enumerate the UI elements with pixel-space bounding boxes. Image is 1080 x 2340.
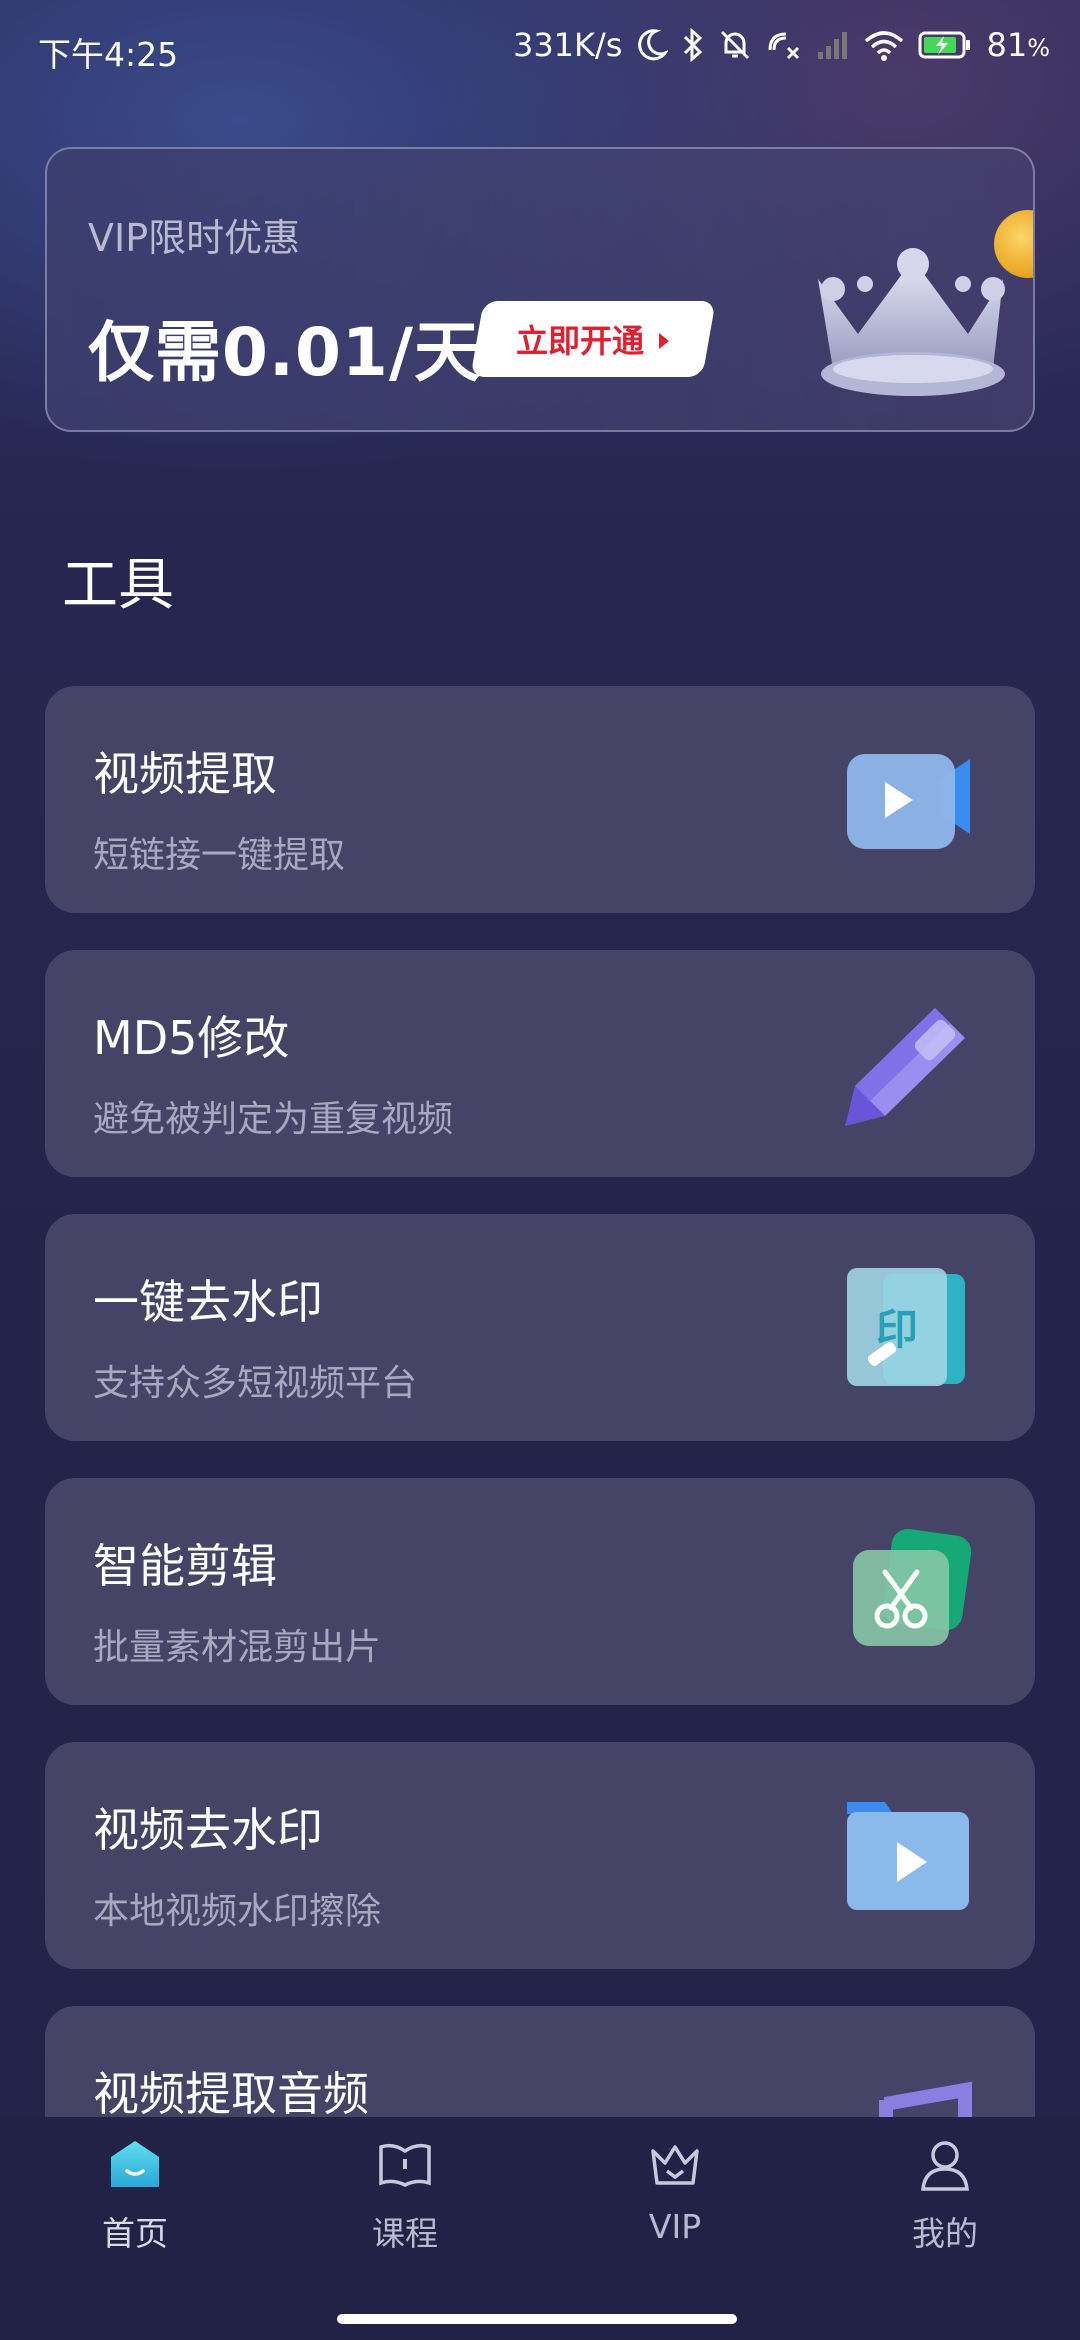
nav-mine[interactable]: 我的 xyxy=(845,2137,1045,2255)
wifi-icon xyxy=(864,29,904,61)
card-title: 视频提取音频 xyxy=(93,2067,369,2121)
stamp-icon: 印 xyxy=(835,1262,975,1392)
mute-bell-icon xyxy=(718,28,752,62)
activate-vip-label: 立即开通 xyxy=(515,322,644,360)
card-desc: 支持众多短视频平台 xyxy=(93,1363,418,1404)
tool-card-video-watermark[interactable]: 视频去水印 本地视频水印擦除 xyxy=(45,1742,1035,1969)
card-title: MD5修改 xyxy=(93,1011,290,1065)
card-title: 一键去水印 xyxy=(93,1275,323,1329)
crown-icon xyxy=(793,169,1033,419)
crown-icon xyxy=(575,2137,775,2193)
vip-price: 仅需0.01/天 xyxy=(88,314,481,391)
moon-icon xyxy=(636,28,669,62)
nav-vip-label: VIP xyxy=(648,2207,702,2246)
nav-home[interactable]: 首页 xyxy=(35,2137,235,2255)
card-desc: 避免被判定为重复视频 xyxy=(93,1099,454,1140)
triangle-right-icon xyxy=(658,320,670,358)
battery-icon xyxy=(918,30,972,60)
nav-courses-label: 课程 xyxy=(372,2214,438,2253)
status-bar: 下午4:25 331K/s 81% xyxy=(0,0,1080,96)
tools-heading: 工具 xyxy=(62,553,174,618)
card-title: 视频提取 xyxy=(93,747,277,801)
nav-courses[interactable]: 课程 xyxy=(305,2137,505,2255)
nav-mine-label: 我的 xyxy=(912,2214,978,2253)
hd-call-icon xyxy=(766,28,802,62)
home-icon xyxy=(35,2137,235,2193)
bluetooth-icon xyxy=(682,28,704,62)
status-icons: 331K/s 81% xyxy=(513,26,1050,64)
card-title: 视频去水印 xyxy=(93,1803,323,1857)
tool-card-md5-modify[interactable]: MD5修改 避免被判定为重复视频 xyxy=(45,950,1035,1177)
tool-card-smart-edit[interactable]: 智能剪辑 批量素材混剪出片 xyxy=(45,1478,1035,1705)
card-desc: 批量素材混剪出片 xyxy=(93,1627,382,1668)
nav-vip[interactable]: VIP xyxy=(575,2137,775,2246)
book-icon xyxy=(305,2137,505,2193)
vip-subtitle: VIP限时优惠 xyxy=(88,216,301,260)
network-speed: 331K/s xyxy=(512,26,623,64)
vip-promo-banner[interactable]: VIP限时优惠 仅需0.01/天 立即开通 xyxy=(45,147,1035,432)
status-time: 下午4:25 xyxy=(38,35,179,74)
battery-level: 81% xyxy=(986,26,1050,64)
bottom-navigation: 首页 课程 VIP 我的 xyxy=(0,2117,1080,2340)
pencil-icon xyxy=(835,998,975,1128)
card-desc: 本地视频水印擦除 xyxy=(93,1891,382,1932)
tool-card-one-click-watermark[interactable]: 一键去水印 支持众多短视频平台 印 xyxy=(45,1214,1035,1441)
user-icon xyxy=(845,2137,1045,2193)
activate-vip-button[interactable]: 立即开通 xyxy=(470,301,716,377)
scissors-icon xyxy=(835,1526,975,1656)
card-title: 智能剪辑 xyxy=(93,1539,277,1593)
home-indicator[interactable] xyxy=(337,2314,737,2324)
video-camera-icon xyxy=(835,734,975,864)
tool-card-video-extract[interactable]: 视频提取 短链接一键提取 xyxy=(45,686,1035,913)
card-desc: 短链接一键提取 xyxy=(93,835,346,876)
nav-home-label: 首页 xyxy=(102,2214,168,2253)
signal-icon xyxy=(816,30,850,60)
video-folder-icon xyxy=(835,1790,975,1920)
